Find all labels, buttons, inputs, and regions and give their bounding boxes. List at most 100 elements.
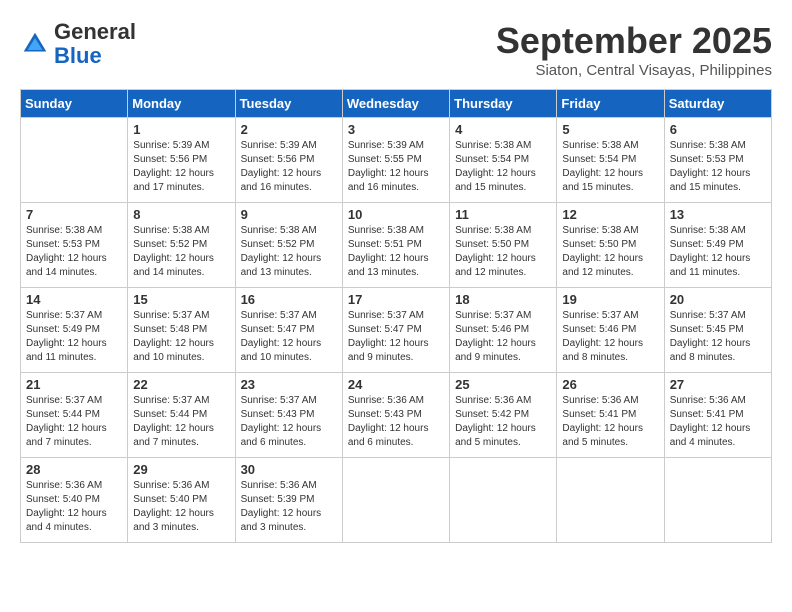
day-cell: 14 Sunrise: 5:37 AM Sunset: 5:49 PM Dayli…: [21, 288, 128, 373]
title-area: September 2025 Siaton, Central Visayas, …: [496, 20, 772, 79]
day-info: Sunrise: 5:38 AM Sunset: 5:52 PM Dayligh…: [241, 224, 337, 280]
day-info: Sunrise: 5:36 AM Sunset: 5:39 PM Dayligh…: [241, 479, 337, 535]
day-cell: 19 Sunrise: 5:37 AM Sunset: 5:46 PM Dayli…: [557, 288, 664, 373]
day-number: 24: [348, 377, 444, 392]
day-info: Sunrise: 5:38 AM Sunset: 5:53 PM Dayligh…: [670, 139, 766, 195]
day-info: Sunrise: 5:36 AM Sunset: 5:42 PM Dayligh…: [455, 394, 551, 450]
day-cell: 25 Sunrise: 5:36 AM Sunset: 5:42 PM Dayli…: [450, 373, 557, 458]
day-number: 8: [133, 207, 229, 222]
weekday-header-thursday: Thursday: [450, 90, 557, 118]
day-number: 20: [670, 292, 766, 307]
day-number: 4: [455, 122, 551, 137]
day-info: Sunrise: 5:38 AM Sunset: 5:51 PM Dayligh…: [348, 224, 444, 280]
day-cell: 22 Sunrise: 5:37 AM Sunset: 5:44 PM Dayli…: [128, 373, 235, 458]
day-number: 29: [133, 462, 229, 477]
weekday-header-sunday: Sunday: [21, 90, 128, 118]
day-cell: 10 Sunrise: 5:38 AM Sunset: 5:51 PM Dayli…: [342, 203, 449, 288]
day-cell: 12 Sunrise: 5:38 AM Sunset: 5:50 PM Dayli…: [557, 203, 664, 288]
day-cell: 21 Sunrise: 5:37 AM Sunset: 5:44 PM Dayli…: [21, 373, 128, 458]
day-cell: 30 Sunrise: 5:36 AM Sunset: 5:39 PM Dayli…: [235, 458, 342, 543]
day-cell: 5 Sunrise: 5:38 AM Sunset: 5:54 PM Daylig…: [557, 118, 664, 203]
day-info: Sunrise: 5:37 AM Sunset: 5:47 PM Dayligh…: [241, 309, 337, 365]
day-info: Sunrise: 5:36 AM Sunset: 5:40 PM Dayligh…: [26, 479, 122, 535]
day-number: 30: [241, 462, 337, 477]
day-info: Sunrise: 5:38 AM Sunset: 5:50 PM Dayligh…: [562, 224, 658, 280]
day-number: 14: [26, 292, 122, 307]
day-number: 25: [455, 377, 551, 392]
day-number: 11: [455, 207, 551, 222]
day-cell: 28 Sunrise: 5:36 AM Sunset: 5:40 PM Dayli…: [21, 458, 128, 543]
day-cell: [450, 458, 557, 543]
logo-icon: [20, 29, 50, 59]
day-cell: 7Sunrise: 5:38 AM Sunset: 5:53 PM Daylig…: [21, 203, 128, 288]
day-info: Sunrise: 5:37 AM Sunset: 5:49 PM Dayligh…: [26, 309, 122, 365]
week-row-3: 14 Sunrise: 5:37 AM Sunset: 5:49 PM Dayli…: [21, 288, 772, 373]
day-info: Sunrise: 5:38 AM Sunset: 5:54 PM Dayligh…: [455, 139, 551, 195]
weekday-header-tuesday: Tuesday: [235, 90, 342, 118]
day-cell: 9 Sunrise: 5:38 AM Sunset: 5:52 PM Daylig…: [235, 203, 342, 288]
day-info: Sunrise: 5:39 AM Sunset: 5:55 PM Dayligh…: [348, 139, 444, 195]
day-number: 18: [455, 292, 551, 307]
day-cell: 18 Sunrise: 5:37 AM Sunset: 5:46 PM Dayli…: [450, 288, 557, 373]
week-row-1: 1 Sunrise: 5:39 AM Sunset: 5:56 PM Daylig…: [21, 118, 772, 203]
day-cell: 29 Sunrise: 5:36 AM Sunset: 5:40 PM Dayli…: [128, 458, 235, 543]
day-number: 9: [241, 207, 337, 222]
day-number: 2: [241, 122, 337, 137]
day-cell: [664, 458, 771, 543]
day-cell: 3 Sunrise: 5:39 AM Sunset: 5:55 PM Daylig…: [342, 118, 449, 203]
day-info: Sunrise: 5:36 AM Sunset: 5:43 PM Dayligh…: [348, 394, 444, 450]
weekday-header-monday: Monday: [128, 90, 235, 118]
day-number: 10: [348, 207, 444, 222]
week-row-5: 28 Sunrise: 5:36 AM Sunset: 5:40 PM Dayli…: [21, 458, 772, 543]
day-info: Sunrise: 5:37 AM Sunset: 5:44 PM Dayligh…: [133, 394, 229, 450]
day-number: 28: [26, 462, 122, 477]
day-cell: 17 Sunrise: 5:37 AM Sunset: 5:47 PM Dayli…: [342, 288, 449, 373]
day-info: Sunrise: 5:37 AM Sunset: 5:44 PM Dayligh…: [26, 394, 122, 450]
day-cell: [21, 118, 128, 203]
day-info: Sunrise: 5:37 AM Sunset: 5:43 PM Dayligh…: [241, 394, 337, 450]
day-cell: 23 Sunrise: 5:37 AM Sunset: 5:43 PM Dayli…: [235, 373, 342, 458]
week-row-4: 21 Sunrise: 5:37 AM Sunset: 5:44 PM Dayli…: [21, 373, 772, 458]
day-number: 19: [562, 292, 658, 307]
day-number: 3: [348, 122, 444, 137]
day-number: 17: [348, 292, 444, 307]
day-cell: 16 Sunrise: 5:37 AM Sunset: 5:47 PM Dayli…: [235, 288, 342, 373]
day-info: Sunrise: 5:37 AM Sunset: 5:46 PM Dayligh…: [455, 309, 551, 365]
day-info: Sunrise: 5:39 AM Sunset: 5:56 PM Dayligh…: [241, 139, 337, 195]
day-info: Sunrise: 5:38 AM Sunset: 5:52 PM Dayligh…: [133, 224, 229, 280]
day-info: Sunrise: 5:38 AM Sunset: 5:50 PM Dayligh…: [455, 224, 551, 280]
day-number: 22: [133, 377, 229, 392]
weekday-header-wednesday: Wednesday: [342, 90, 449, 118]
day-number: 15: [133, 292, 229, 307]
day-number: 26: [562, 377, 658, 392]
day-number: 5: [562, 122, 658, 137]
day-number: 16: [241, 292, 337, 307]
day-number: 1: [133, 122, 229, 137]
day-cell: 24 Sunrise: 5:36 AM Sunset: 5:43 PM Dayli…: [342, 373, 449, 458]
day-info: Sunrise: 5:36 AM Sunset: 5:41 PM Dayligh…: [562, 394, 658, 450]
day-number: 21: [26, 377, 122, 392]
day-info: Sunrise: 5:38 AM Sunset: 5:49 PM Dayligh…: [670, 224, 766, 280]
weekday-header-saturday: Saturday: [664, 90, 771, 118]
day-cell: 20Sunrise: 5:37 AM Sunset: 5:45 PM Dayli…: [664, 288, 771, 373]
day-cell: 4 Sunrise: 5:38 AM Sunset: 5:54 PM Daylig…: [450, 118, 557, 203]
location-title: Siaton, Central Visayas, Philippines: [496, 62, 772, 79]
week-row-2: 7Sunrise: 5:38 AM Sunset: 5:53 PM Daylig…: [21, 203, 772, 288]
day-cell: 15Sunrise: 5:37 AM Sunset: 5:48 PM Dayli…: [128, 288, 235, 373]
day-cell: 13Sunrise: 5:38 AM Sunset: 5:49 PM Dayli…: [664, 203, 771, 288]
day-number: 12: [562, 207, 658, 222]
day-info: Sunrise: 5:37 AM Sunset: 5:47 PM Dayligh…: [348, 309, 444, 365]
day-cell: 27Sunrise: 5:36 AM Sunset: 5:41 PM Dayli…: [664, 373, 771, 458]
day-info: Sunrise: 5:39 AM Sunset: 5:56 PM Dayligh…: [133, 139, 229, 195]
day-info: Sunrise: 5:36 AM Sunset: 5:41 PM Dayligh…: [670, 394, 766, 450]
day-info: Sunrise: 5:38 AM Sunset: 5:54 PM Dayligh…: [562, 139, 658, 195]
day-info: Sunrise: 5:38 AM Sunset: 5:53 PM Dayligh…: [26, 224, 122, 280]
page-header: General Blue September 2025 Siaton, Cent…: [20, 20, 772, 79]
day-number: 6: [670, 122, 766, 137]
day-info: Sunrise: 5:36 AM Sunset: 5:40 PM Dayligh…: [133, 479, 229, 535]
day-cell: 2 Sunrise: 5:39 AM Sunset: 5:56 PM Daylig…: [235, 118, 342, 203]
day-cell: [557, 458, 664, 543]
day-cell: 1 Sunrise: 5:39 AM Sunset: 5:56 PM Daylig…: [128, 118, 235, 203]
day-info: Sunrise: 5:37 AM Sunset: 5:46 PM Dayligh…: [562, 309, 658, 365]
day-number: 23: [241, 377, 337, 392]
